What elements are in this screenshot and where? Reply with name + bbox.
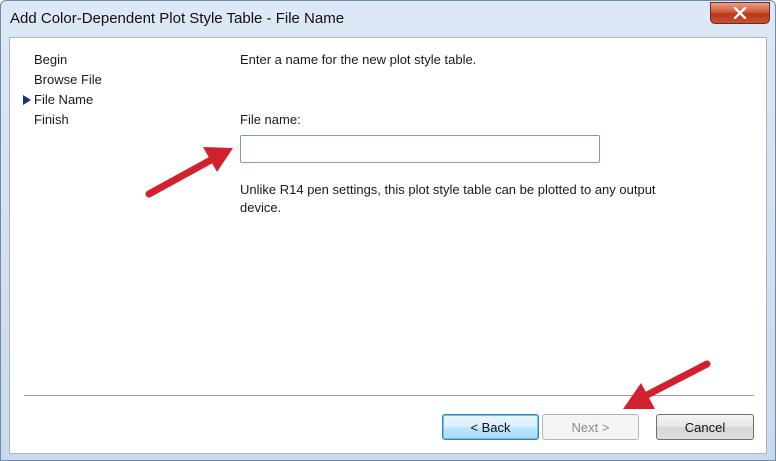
current-step-marker-icon (23, 95, 31, 105)
step-finish: Finish (34, 112, 69, 127)
annotation-arrow-icon (623, 360, 711, 409)
file-name-label: File name: (240, 112, 301, 127)
file-name-input[interactable] (240, 135, 600, 163)
intro-text: Enter a name for the new plot style tabl… (240, 52, 477, 67)
annotation-arrow-icon (145, 147, 233, 198)
dialog-window: Add Color-Dependent Plot Style Table - F… (0, 0, 776, 461)
title-bar: Add Color-Dependent Plot Style Table - F… (1, 1, 775, 37)
step-browse-file: Browse File (34, 72, 102, 87)
next-button[interactable]: Next > (542, 414, 639, 440)
cancel-button[interactable]: Cancel (656, 414, 754, 440)
info-note: Unlike R14 pen settings, this plot style… (240, 182, 656, 215)
step-begin: Begin (34, 52, 68, 67)
close-icon (733, 7, 747, 19)
step-file-name: File Name (34, 92, 94, 107)
close-button[interactable] (710, 2, 770, 24)
window-title: Add Color-Dependent Plot Style Table - F… (10, 10, 345, 27)
back-button[interactable]: < Back (442, 414, 539, 440)
